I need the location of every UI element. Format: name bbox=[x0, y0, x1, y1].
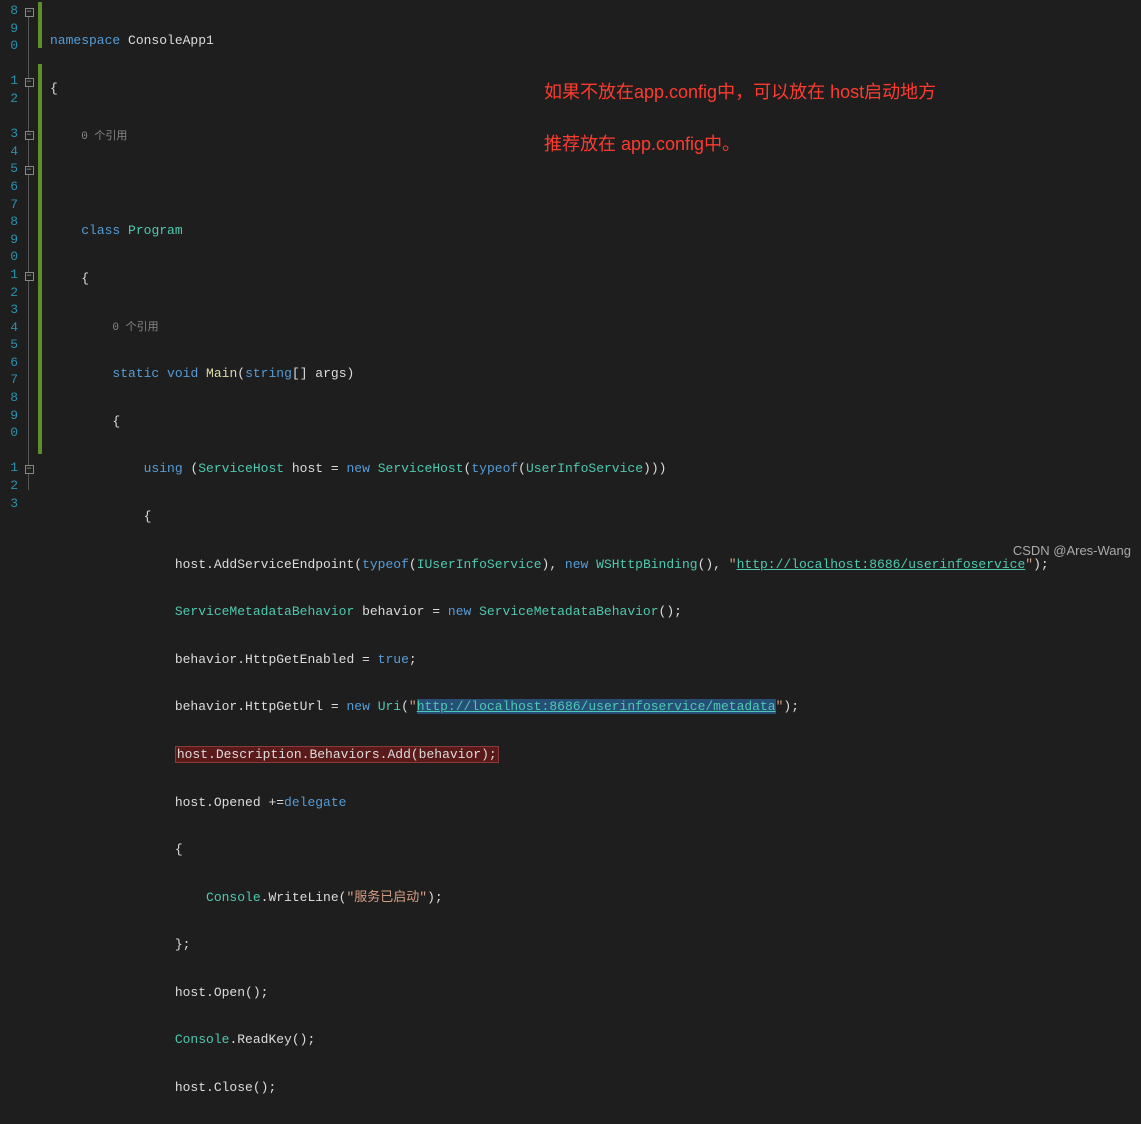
annotation-text: 推荐放在 app.config中。 bbox=[544, 130, 740, 156]
fold-icon[interactable]: − bbox=[25, 131, 34, 140]
url-link[interactable]: http://localhost:8686/userinfoservice/me… bbox=[417, 699, 776, 714]
fold-icon[interactable]: − bbox=[25, 78, 34, 87]
fold-icon[interactable]: − bbox=[25, 166, 34, 175]
fold-icon[interactable]: − bbox=[25, 8, 34, 17]
code-editor[interactable]: 890 12 34 567 890 123 456 789 01 23 − − … bbox=[0, 0, 1141, 562]
codelens-references[interactable]: 0 个引用 bbox=[81, 131, 127, 143]
watermark: CSDN @Ares-Wang bbox=[1013, 543, 1131, 558]
codelens-references[interactable]: 0 个引用 bbox=[112, 322, 158, 334]
url-link[interactable]: http://localhost:8686/userinfoservice bbox=[737, 557, 1026, 572]
fold-icon[interactable]: − bbox=[25, 272, 34, 281]
code-area[interactable]: namespace ConsoleApp1 { 0 个引用 class Prog… bbox=[44, 0, 1141, 562]
annotation-text: 如果不放在app.config中，可以放在 host启动地方 bbox=[544, 78, 936, 104]
highlighted-line: host.Description.Behaviors.Add(behavior)… bbox=[175, 746, 499, 763]
fold-icon[interactable]: − bbox=[25, 465, 34, 474]
fold-column[interactable]: − − − − − − bbox=[20, 0, 38, 562]
line-number-gutter: 890 12 34 567 890 123 456 789 01 23 bbox=[0, 0, 20, 562]
